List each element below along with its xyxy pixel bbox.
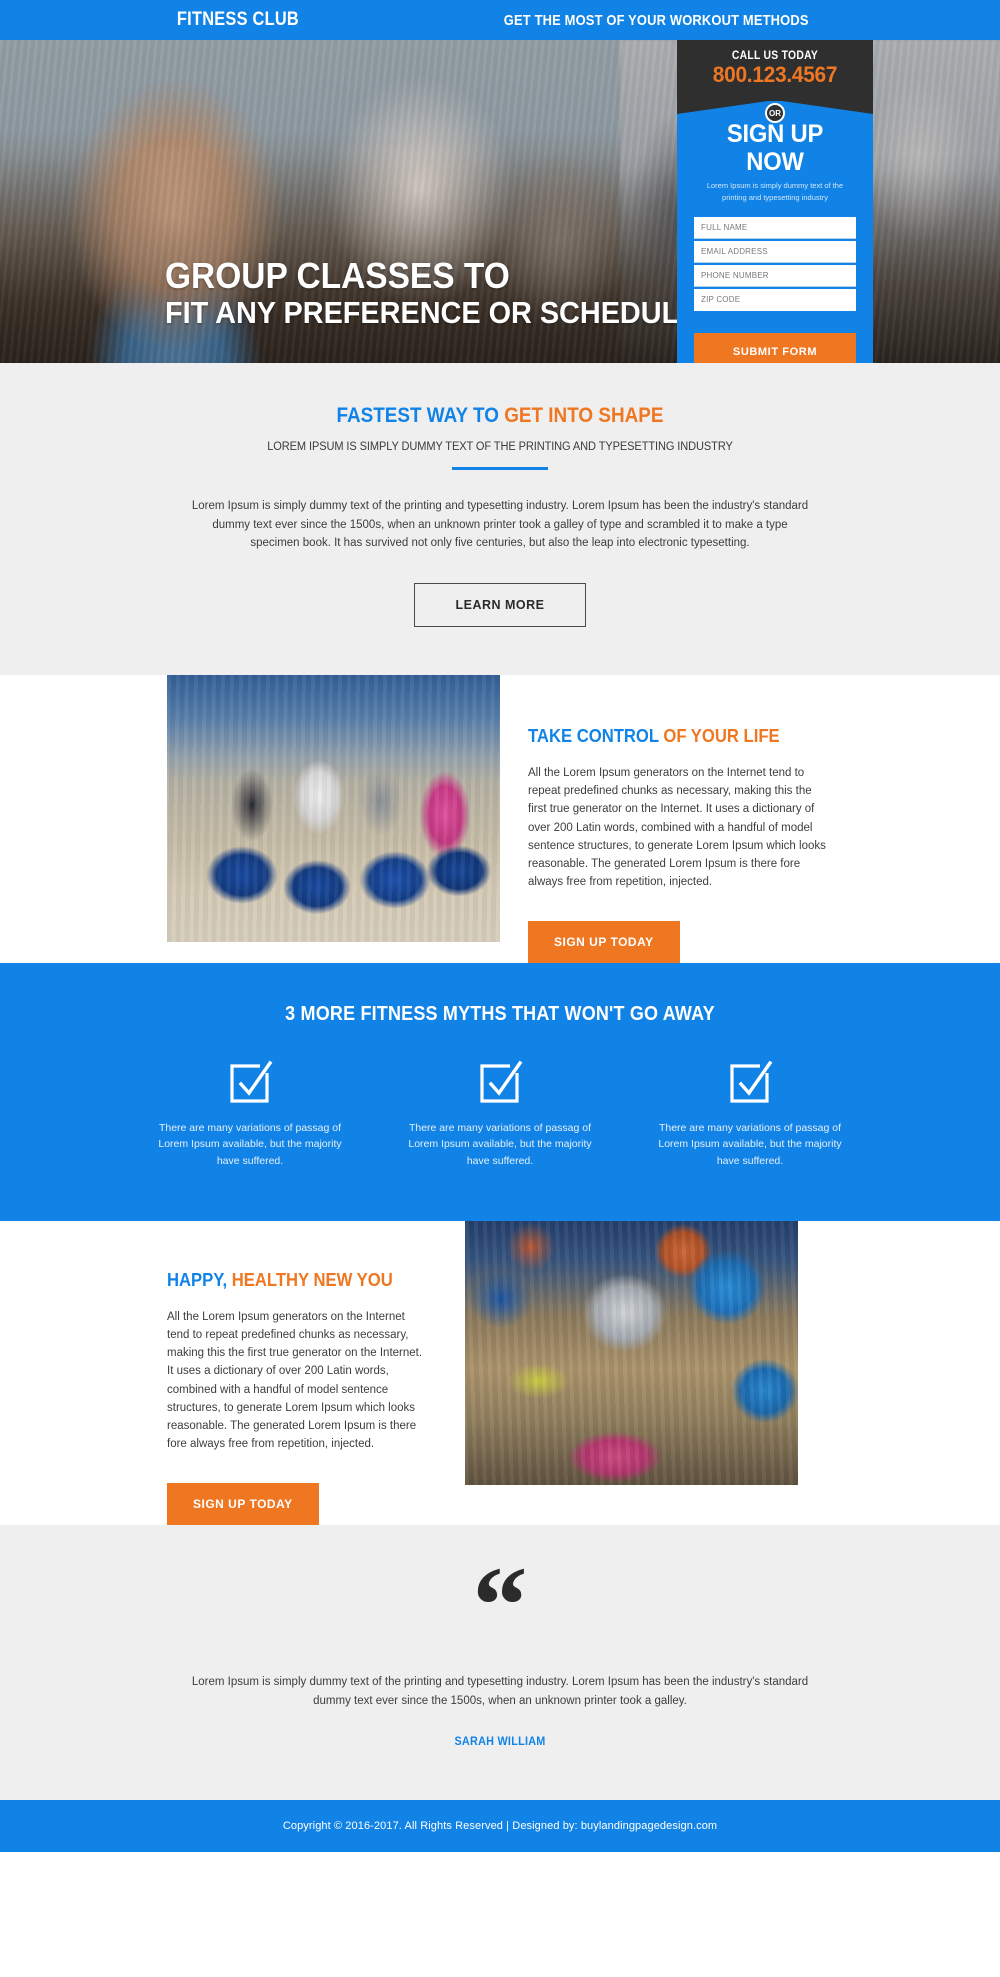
- myth-item: There are many variations of passag of L…: [650, 1060, 850, 1169]
- hero-headline: GROUP CLASSES TO FIT ANY PREFERENCE OR S…: [165, 255, 739, 330]
- happy-title-blue: HAPPY,: [167, 1268, 228, 1290]
- hero-headline-line1: GROUP CLASSES TO: [165, 255, 510, 296]
- hero-section: GROUP CLASSES TO FIT ANY PREFERENCE OR S…: [0, 40, 1000, 363]
- quote-mark-icon: “: [472, 1544, 528, 1667]
- hero-headline-line2: FIT ANY PREFERENCE OR SCHEDULE: [165, 294, 699, 330]
- myth-text: There are many variations of passag of L…: [408, 1122, 592, 1167]
- happy-content: HAPPY, HEALTHY NEW YOU All the Lorem Ips…: [167, 1221, 427, 1526]
- submit-form-button[interactable]: SUBMIT FORM: [694, 332, 856, 363]
- intro-title-orange: GET INTO SHAPE: [504, 404, 664, 427]
- checkbox-check-icon: [480, 1060, 523, 1103]
- checkbox-check-icon: [730, 1060, 773, 1103]
- myth-item: There are many variations of passag of L…: [400, 1060, 600, 1169]
- call-us-label: CALL US TODAY: [731, 50, 819, 62]
- intro-title: FASTEST WAY TO GET INTO SHAPE: [50, 403, 950, 428]
- take-control-image: [167, 675, 500, 943]
- pilates-class-photo: [465, 1220, 798, 1485]
- happy-paragraph: All the Lorem Ipsum generators on the In…: [167, 1310, 423, 1451]
- take-control-title: TAKE CONTROL OF YOUR LIFE: [528, 725, 809, 747]
- myth-text: There are many variations of passag of L…: [658, 1122, 842, 1167]
- signup-form-subtitle: Lorem Ipsum is simply dummy text of the …: [706, 181, 844, 202]
- testimonial-section: “ Lorem Ipsum is simply dummy text of th…: [0, 1525, 1000, 1801]
- take-control-section: TAKE CONTROL OF YOUR LIFE All the Lorem …: [0, 675, 1000, 964]
- learn-more-button[interactable]: LEARN MORE: [414, 583, 586, 628]
- brand-logo-text: FITNESS CLUB: [176, 9, 299, 30]
- header-tagline: GET THE MOST OF YOUR WORKOUT METHODS: [503, 11, 809, 29]
- intro-paragraph: Lorem Ipsum is simply dummy text of the …: [191, 500, 809, 550]
- take-control-signup-button[interactable]: SIGN UP TODAY: [528, 921, 680, 964]
- testimonial-text: Lorem Ipsum is simply dummy text of the …: [191, 1676, 809, 1707]
- happy-title: HAPPY, HEALTHY NEW YOU: [167, 1269, 401, 1291]
- site-footer: Copyright © 2016-2017. All Rights Reserv…: [0, 1800, 1000, 1853]
- happy-image: [465, 1220, 798, 1485]
- take-control-paragraph: All the Lorem Ipsum generators on the In…: [528, 767, 826, 888]
- myths-section: 3 MORE FITNESS MYTHS THAT WON'T GO AWAY …: [0, 963, 1000, 1221]
- checkbox-check-icon: [230, 1060, 273, 1103]
- full-name-input[interactable]: [694, 216, 856, 239]
- intro-divider: [452, 467, 548, 471]
- happy-section: HAPPY, HEALTHY NEW YOU All the Lorem Ips…: [0, 1220, 1000, 1526]
- intro-section: FASTEST WAY TO GET INTO SHAPE LOREM IPSU…: [0, 363, 1000, 676]
- testimonial-author: SARAH WILLIAM: [454, 1734, 546, 1749]
- call-us-block: CALL US TODAY 800.123.4567: [677, 40, 873, 102]
- happy-title-orange: HEALTHY NEW YOU: [231, 1268, 393, 1290]
- zip-code-input[interactable]: [694, 288, 856, 311]
- footer-copyright: Copyright © 2016-2017. All Rights Reserv…: [282, 1820, 718, 1833]
- myths-title: 3 MORE FITNESS MYTHS THAT WON'T GO AWAY: [285, 1003, 715, 1026]
- myth-item: There are many variations of passag of L…: [150, 1060, 350, 1169]
- take-control-title-orange: OF YOUR LIFE: [663, 725, 780, 747]
- myths-row: There are many variations of passag of L…: [0, 1060, 1000, 1169]
- signup-form-card: CALL US TODAY 800.123.4567 OR SIGN UP NO…: [677, 40, 873, 363]
- email-address-input[interactable]: [694, 240, 856, 263]
- phone-number-input[interactable]: [694, 264, 856, 287]
- intro-subtitle: LOREM IPSUM IS SIMPLY DUMMY TEXT OF THE …: [267, 441, 733, 454]
- phone-number-link[interactable]: 800.123.4567: [682, 62, 868, 87]
- signup-form-title: SIGN UP NOW: [726, 120, 824, 176]
- intro-title-blue: FASTEST WAY TO: [336, 404, 499, 427]
- take-control-content: TAKE CONTROL OF YOUR LIFE All the Lorem …: [500, 675, 840, 964]
- signup-form-body: SIGN UP NOW Lorem Ipsum is simply dummy …: [677, 115, 873, 363]
- site-header: FITNESS CLUB GET THE MOST OF YOUR WORKOU…: [0, 0, 1000, 40]
- or-badge: OR: [765, 103, 785, 124]
- myth-text: There are many variations of passag of L…: [158, 1122, 342, 1167]
- take-control-title-blue: TAKE CONTROL: [528, 725, 659, 747]
- form-notch-divider: OR: [677, 100, 873, 124]
- group-class-photo: [167, 675, 500, 943]
- happy-signup-button[interactable]: SIGN UP TODAY: [167, 1483, 319, 1526]
